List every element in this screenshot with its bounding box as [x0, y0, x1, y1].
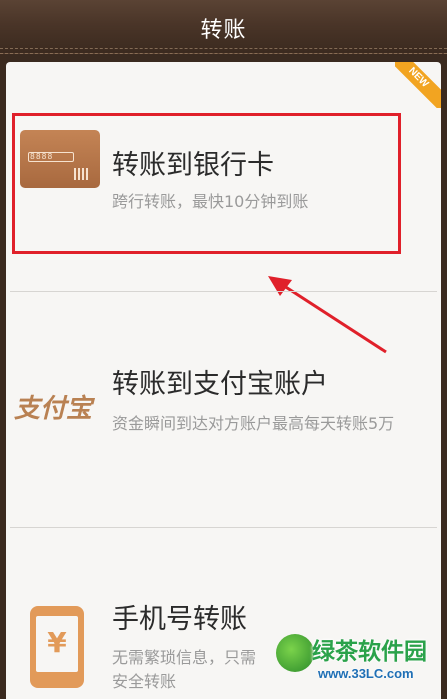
- page-title: 转账: [200, 18, 247, 43]
- phone-yen-icon: ¥: [30, 606, 84, 688]
- new-badge: NEW: [395, 62, 441, 108]
- item-title-phone: 手机号转账: [112, 604, 247, 635]
- watermark-url: www.33LC.com: [318, 666, 414, 681]
- item-desc-alipay: 资金瞬间到达对方账户最高每天转账5万: [112, 414, 395, 433]
- item-title-alipay: 转账到支付宝账户: [112, 369, 328, 400]
- watermark-text: 绿茶软件园: [312, 639, 427, 665]
- item-desc-phone-line2: 安全转账: [112, 672, 177, 691]
- item-desc-phone-line1: 无需繁琐信息，只需: [112, 648, 257, 667]
- header-bar: 转账: [0, 0, 447, 54]
- yen-symbol: ¥: [47, 626, 67, 659]
- alipay-logo: 支付宝: [14, 394, 93, 424]
- highlight-box: [12, 113, 401, 254]
- watermark: 绿茶软件园 www.33LC.com: [272, 630, 447, 699]
- new-badge-label: NEW: [395, 62, 441, 108]
- watermark-logo-icon: [276, 634, 314, 672]
